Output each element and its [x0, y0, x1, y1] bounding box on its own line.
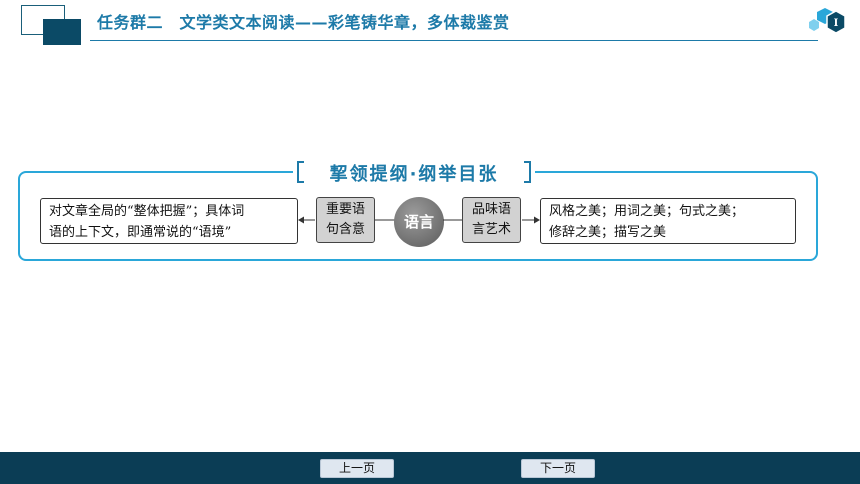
arrow-left-icon: [298, 216, 315, 224]
language-art-line: 言艺术: [471, 222, 511, 237]
key-sentence-line: 重要语: [325, 202, 365, 217]
next-page-button[interactable]: 下一页: [521, 459, 595, 478]
key-sentence-line: 句含意: [325, 222, 365, 237]
connector-left: [375, 219, 395, 221]
key-sentence-label: 重要语 句含意: [316, 197, 375, 243]
prev-page-button[interactable]: 上一页: [320, 459, 394, 478]
left-description-box: 对文章全局的“整体把握”；具体词 语的上下文，即通常说的“语境”: [40, 198, 298, 244]
left-description-line: 语的上下文，即通常说的“语境”: [49, 225, 232, 240]
footer-bar: [0, 452, 860, 484]
right-description-line: 风格之美；用词之美；句式之美；: [549, 204, 745, 219]
left-description-line: 对文章全局的“整体把握”；具体词: [49, 204, 245, 219]
header-logo-block: [43, 19, 81, 45]
arrow-right-icon: [522, 216, 540, 224]
section-title: 挈领提纲·纲举目张: [329, 164, 499, 185]
page-title: 任务群二 文学类文本阅读——彩笔铸华章，多体裁鉴赏: [97, 13, 510, 32]
header-divider: [90, 40, 818, 41]
connector-right: [443, 219, 463, 221]
right-bracket-icon: [524, 161, 531, 183]
hexagon-badge-icon: I: [809, 8, 846, 34]
badge-label: I: [834, 18, 839, 29]
language-art-line: 品味语: [471, 202, 511, 217]
center-node: 语言: [394, 197, 444, 247]
section-title-wrap: 挈领提纲·纲举目张: [293, 158, 535, 188]
right-description-line: 修辞之美；描写之美: [549, 225, 667, 240]
right-description-box: 风格之美；用词之美；句式之美； 修辞之美；描写之美: [540, 198, 796, 244]
language-art-label: 品味语 言艺术: [462, 197, 521, 243]
